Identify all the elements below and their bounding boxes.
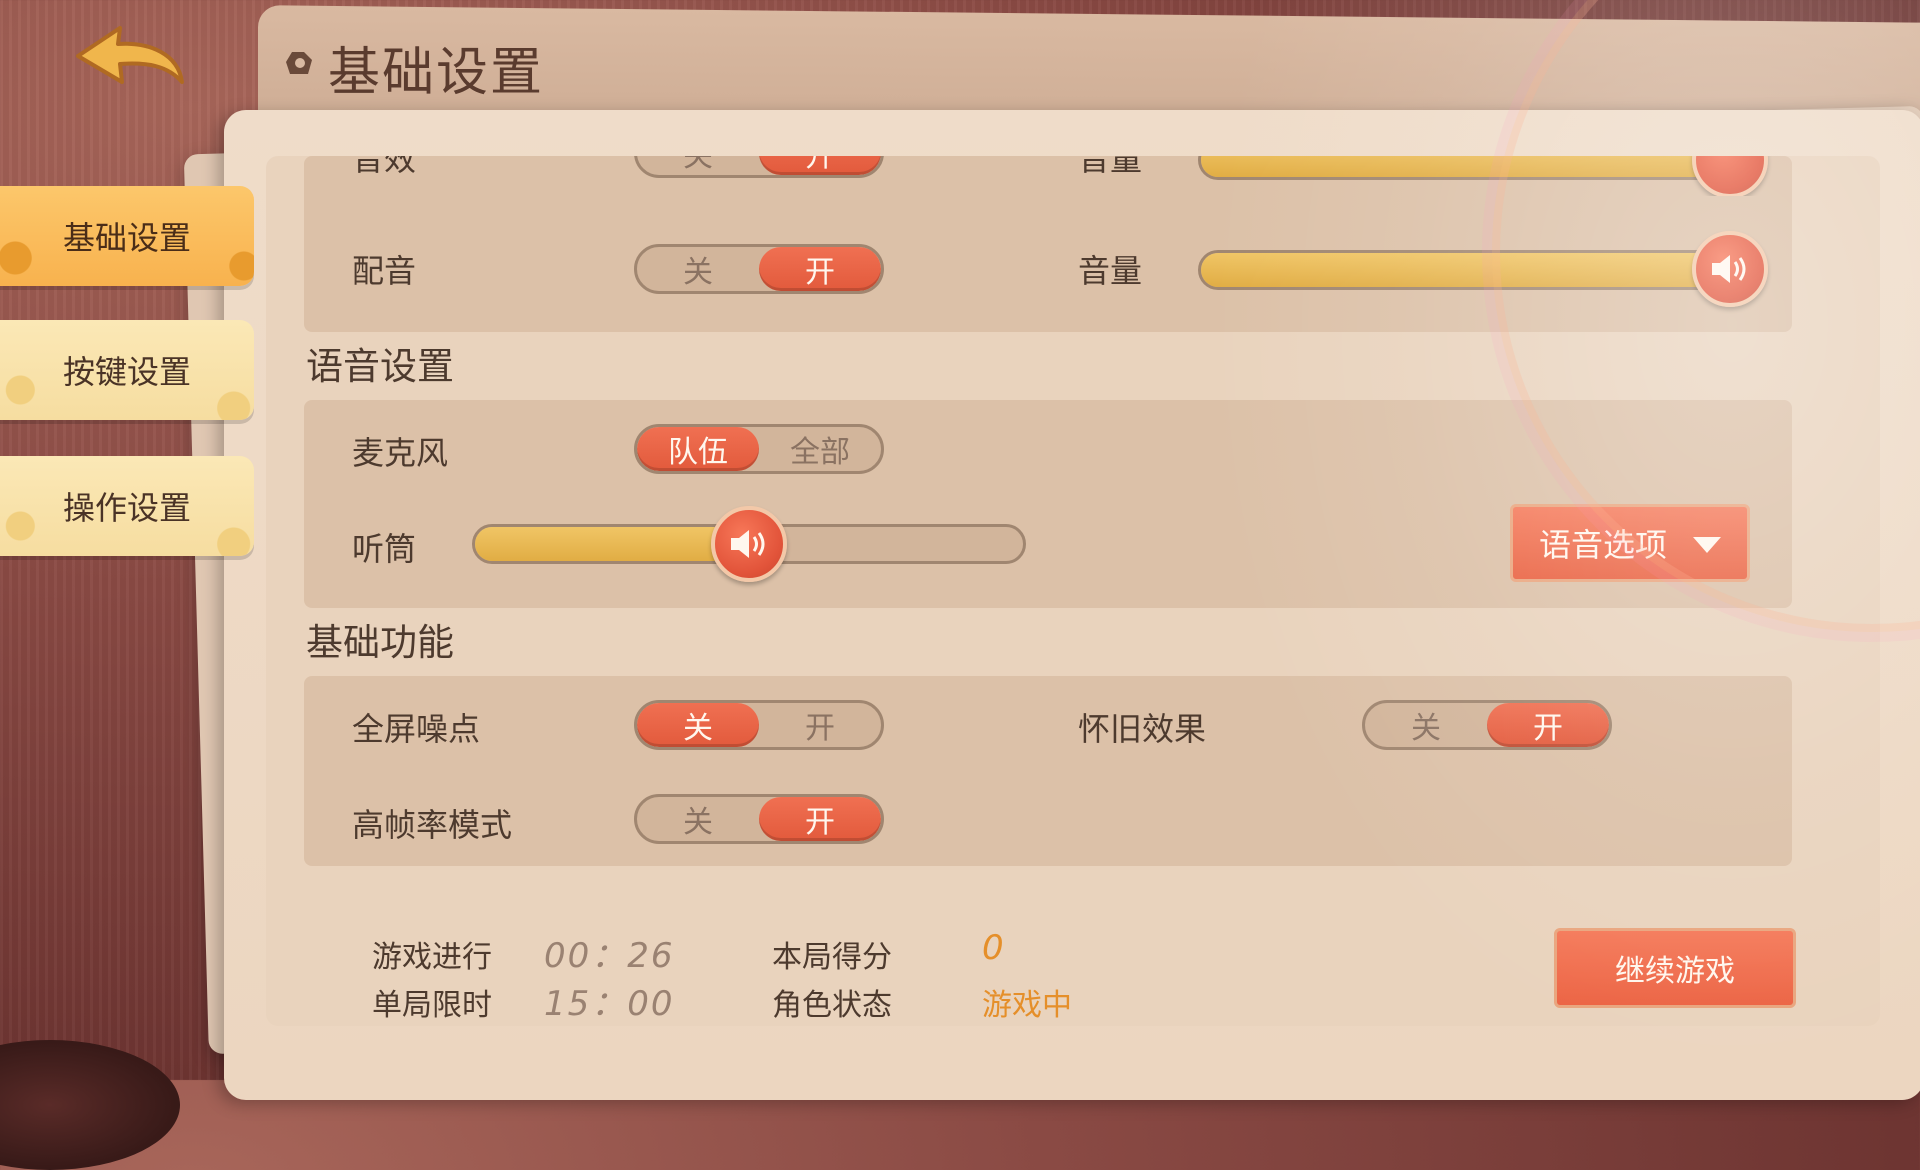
voice-section-title: 语音设置: [306, 345, 454, 388]
toggle-on: 开: [759, 247, 881, 291]
noise-label: 全屏噪点: [352, 710, 481, 748]
corner-decoration: [0, 1040, 180, 1170]
elapsed-label: 游戏进行: [372, 940, 492, 975]
dubbing-volume-label: 音量: [1078, 252, 1143, 290]
tab-label: 按键设置: [62, 353, 191, 391]
mic-all-option: 全部: [790, 435, 850, 470]
tab-label: 基础设置: [62, 219, 191, 257]
voice-options-label: 语音选项: [1539, 526, 1668, 564]
continue-label: 继续游戏: [1615, 954, 1735, 989]
limit-value: 15：00: [544, 984, 675, 1024]
sound-row-clipped: 音效 关 开 音量: [304, 156, 1792, 196]
toggle-on: 开: [1487, 703, 1609, 747]
role-label: 角色状态: [772, 988, 892, 1023]
dubbing-label: 配音: [352, 252, 417, 290]
limit-label: 单局限时: [372, 988, 492, 1023]
basic-section-title: 基础功能: [306, 621, 454, 664]
speaker-icon[interactable]: [1692, 156, 1768, 196]
retro-toggle[interactable]: 关 开: [1362, 700, 1612, 750]
gear-icon: [286, 52, 312, 74]
toggle-on: 开: [759, 797, 881, 841]
speaker-icon[interactable]: [1692, 231, 1768, 307]
tab-basic-settings[interactable]: 基础设置: [0, 186, 254, 286]
dubbing-toggle[interactable]: 关 开: [634, 244, 884, 294]
tab-label: 操作设置: [62, 489, 191, 527]
noise-toggle[interactable]: 关 开: [634, 700, 884, 750]
score-label: 本局得分: [772, 940, 892, 975]
hfr-label: 高帧率模式: [352, 806, 513, 844]
slider-fill: [1201, 253, 1735, 287]
sfx-toggle[interactable]: 关 开: [634, 156, 884, 178]
back-arrow-icon[interactable]: [70, 20, 190, 100]
slider-fill: [1201, 156, 1735, 177]
toggle-on: 开: [759, 156, 881, 175]
chevron-down-icon: [1693, 537, 1721, 553]
mic-toggle[interactable]: 队伍 全部: [634, 424, 884, 474]
score-value: 0: [982, 928, 1004, 968]
toggle-off: 关: [637, 703, 759, 747]
page-title: 基础设置: [328, 43, 545, 103]
retro-label: 怀旧效果: [1078, 710, 1207, 748]
toggle-on: 开: [805, 711, 835, 746]
elapsed-value: 00：26: [544, 936, 675, 976]
earpiece-label: 听筒: [352, 530, 417, 568]
dubbing-volume-slider[interactable]: [1198, 250, 1738, 290]
speaker-icon[interactable]: [711, 506, 787, 582]
continue-game-button[interactable]: 继续游戏: [1554, 928, 1796, 1008]
tab-operation-settings[interactable]: 操作设置: [0, 456, 254, 556]
role-value: 游戏中: [982, 988, 1072, 1023]
toggle-off: 关: [683, 805, 713, 840]
voice-options-button[interactable]: 语音选项: [1510, 504, 1750, 582]
mic-label: 麦克风: [352, 434, 449, 472]
sfx-volume-slider[interactable]: [1198, 156, 1738, 180]
toggle-off: 关: [683, 156, 713, 174]
slider-fill: [475, 527, 749, 561]
sfx-volume-label: 音量: [1078, 156, 1143, 178]
toggle-off: 关: [1411, 711, 1441, 746]
hfr-toggle[interactable]: 关 开: [634, 794, 884, 844]
toggle-off: 关: [683, 255, 713, 290]
sfx-label: 音效: [352, 156, 417, 178]
tab-key-settings[interactable]: 按键设置: [0, 320, 254, 420]
mic-team-option: 队伍: [637, 427, 759, 471]
